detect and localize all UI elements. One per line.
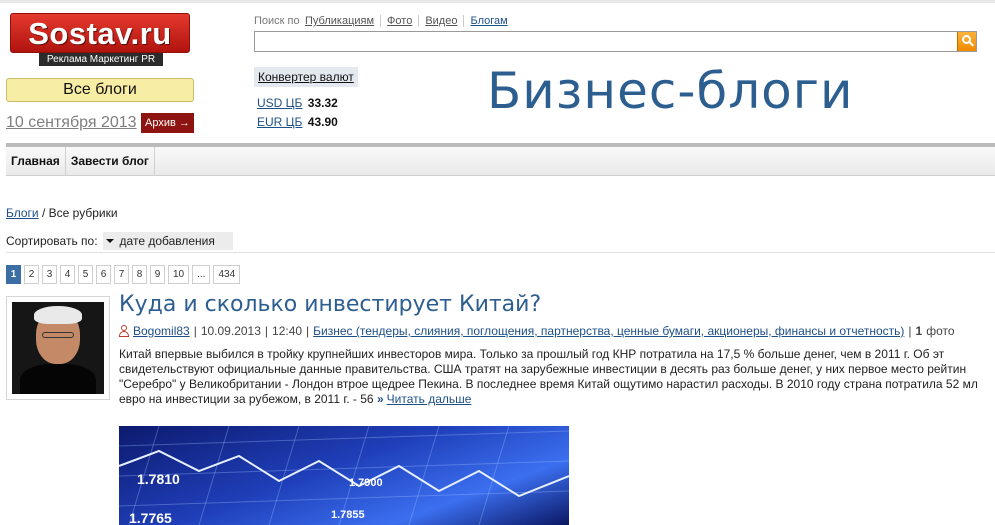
article-date: 10.09.2013 [200,324,261,338]
page-button-2[interactable]: 2 [24,265,39,284]
photo-count: 1 [915,324,923,338]
page-button-7[interactable]: 7 [114,265,129,284]
search-scope-video[interactable]: Видео [418,15,463,27]
avatar-hair [34,306,82,324]
avatar-glasses [42,332,74,338]
read-more-label: Читать дальше [386,392,472,406]
usd-rate-link[interactable]: USD ЦБ [257,96,302,110]
sort-control: Сортировать по: дате добавления [6,232,233,250]
page-button-8[interactable]: 8 [132,265,147,284]
nav-item-create-blog[interactable]: Завести блог [66,147,155,175]
search-button[interactable] [957,32,976,51]
search-scope-blogs[interactable]: Блогам [463,15,513,27]
image-number: 1.7810 [137,471,180,487]
page-button-1[interactable]: 1 [6,265,21,284]
page-button-5[interactable]: 5 [78,265,93,284]
page-button-ellipsis[interactable]: ... [192,265,211,284]
excerpt-line: Китай впервые выбился в тройку крупнейши… [119,347,945,361]
site-logo[interactable]: Sostav.ru Реклама Маркетинг PR [10,13,190,66]
avatar-photo [12,302,104,394]
search-label: Поиск по [254,15,300,27]
divider [6,252,995,253]
main-nav: Главная Завести блог [6,147,995,176]
search-icon-handle [969,41,974,47]
article-meta: Bogomil83 | 10.09.2013 | 12:40 | Бизнес … [119,324,955,338]
image-number: 1.7855 [331,509,365,521]
photo-label: фото [926,324,955,338]
sort-select[interactable]: дате добавления [102,232,233,250]
chevron-down-icon [105,239,114,243]
usd-rate-value: 33.32 [307,96,338,110]
page-button-3[interactable]: 3 [42,265,57,284]
breadcrumb: Блоги / Все рубрики [6,206,118,220]
image-number: 1.7765 [129,510,172,525]
eur-rate-value: 43.90 [307,115,338,129]
eur-rate: EUR ЦБ 43.90 [257,115,338,129]
currency-converter-link[interactable]: Конвертер валют [254,67,358,87]
nav-item-home[interactable]: Главная [6,147,66,175]
author-avatar[interactable] [6,296,110,400]
excerpt-line: "Серебро" у Великобритании - Лондон втро… [119,377,978,391]
pagination: 1 2 3 4 5 6 7 8 9 10 ... 434 [6,265,243,284]
article-category-link[interactable]: Бизнес (тендеры, слияния, поглощения, па… [313,324,904,338]
search-scope-publications[interactable]: Публикациям [305,15,380,27]
meta-separator: | [908,324,912,338]
read-more-link[interactable]: » Читать дальше [377,392,471,406]
page-button-4[interactable]: 4 [60,265,75,284]
logo-text: Sostav.ru [10,13,190,53]
archive-button[interactable]: Архив → [141,113,194,133]
meta-separator: | [264,324,269,338]
meta-separator: | [193,324,197,338]
page-button-9[interactable]: 9 [150,265,165,284]
user-icon [119,325,129,337]
sort-value: дате добавления [119,234,215,248]
avatar-body [20,364,96,394]
page-button-last[interactable]: 434 [213,265,241,284]
breadcrumb-current: / Все рубрики [38,206,118,220]
logo-tagline: Реклама Маркетинг PR [39,53,163,66]
page-button-10[interactable]: 10 [168,265,190,284]
usd-rate: USD ЦБ 33.32 [257,96,338,110]
article-image[interactable]: 1.7810 1.7900 1.7765 1.7855 [119,426,569,525]
double-arrow-icon: » [376,392,384,406]
article-title-link[interactable]: Куда и сколько инвестирует Китай? [119,292,541,317]
excerpt-line: евро на инвестиции за рубежом, в 2011 г.… [119,392,374,406]
current-date-link[interactable]: 10 сентября 2013 [6,114,137,132]
search-input[interactable] [254,31,977,52]
meta-separator: | [306,324,310,338]
image-number: 1.7900 [349,477,383,489]
excerpt-line-last: евро на инвестиции за рубежом, в 2011 г.… [119,392,995,407]
sort-label: Сортировать по: [6,234,98,248]
search-scope-links: Публикациям Фото Видео Блогам [305,15,514,27]
page-title: Бизнес-блоги [487,62,854,120]
all-blogs-button[interactable]: Все блоги [6,78,194,102]
search-scope-photo[interactable]: Фото [380,15,418,27]
page-button-6[interactable]: 6 [96,265,111,284]
article-time: 12:40 [272,324,303,338]
stock-chart-graphic: 1.7810 1.7900 1.7765 1.7855 [119,426,569,525]
author-link[interactable]: Bogomil83 [133,324,190,338]
eur-rate-link[interactable]: EUR ЦБ [257,115,302,129]
article-excerpt: Китай впервые выбился в тройку крупнейши… [119,347,995,407]
top-rule [0,0,995,3]
excerpt-line: свидетельствуют официальные данные прави… [119,362,967,376]
breadcrumb-blogs-link[interactable]: Блоги [6,206,39,220]
